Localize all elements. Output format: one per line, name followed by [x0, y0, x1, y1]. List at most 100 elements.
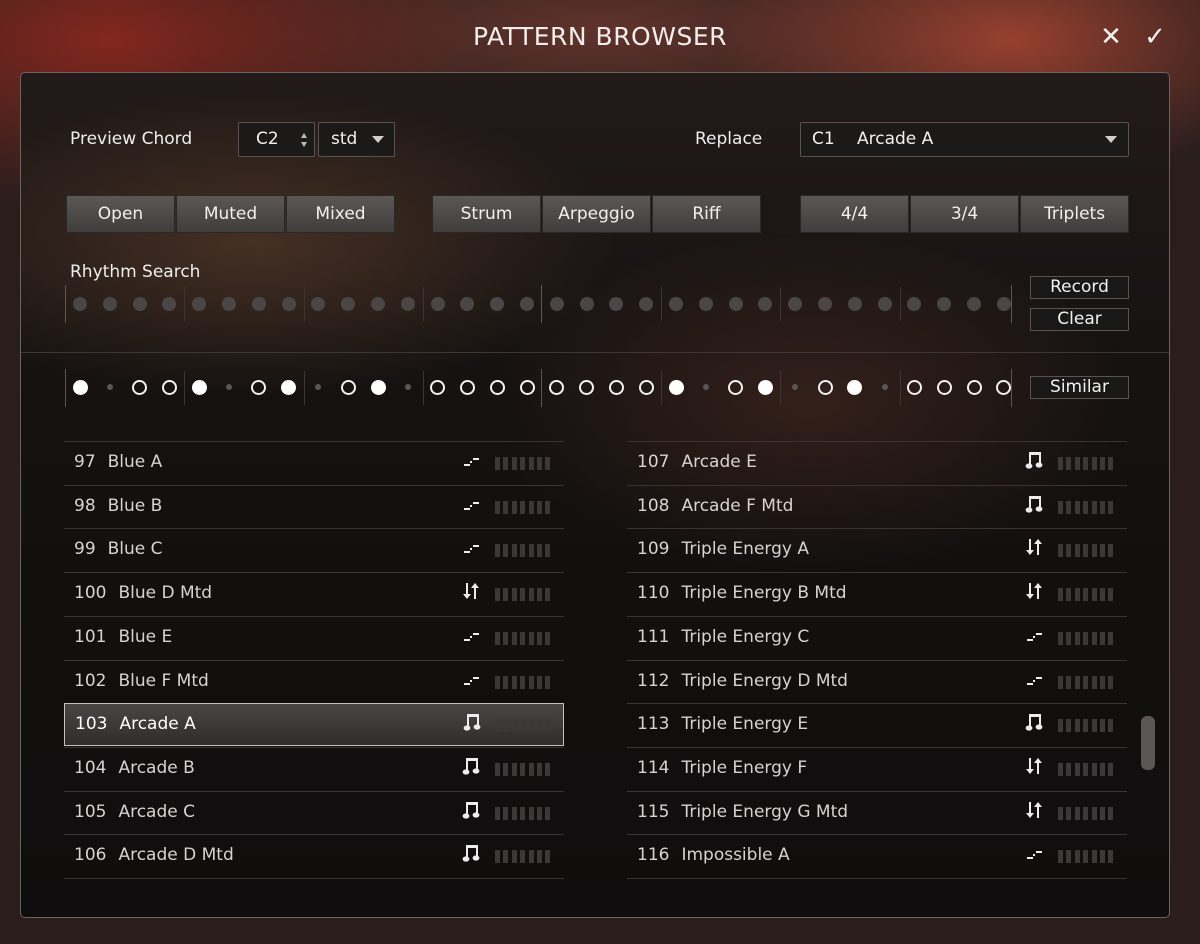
rhythm-step[interactable] [430, 297, 445, 311]
rhythm-step[interactable] [758, 297, 773, 311]
rhythm-step[interactable] [371, 297, 385, 311]
pattern-row[interactable]: 102 Blue F Mtd [64, 659, 564, 703]
pattern-row[interactable]: 98 Blue B [64, 484, 564, 528]
pattern-title: Triple Energy C [681, 626, 810, 647]
rating-meter [495, 762, 552, 776]
rhythm-step[interactable] [520, 297, 534, 311]
pattern-row[interactable]: 112 Triple Energy D Mtd [627, 659, 1127, 703]
chevron-down-icon [1105, 136, 1117, 143]
rhythm-step[interactable] [222, 297, 236, 311]
filter-strum-button[interactable]: Strum [432, 195, 541, 233]
pattern-row[interactable]: 106 Arcade D Mtd [64, 834, 564, 877]
record-button[interactable]: Record [1030, 276, 1129, 299]
rhythm-step[interactable] [251, 297, 266, 311]
rhythm-step[interactable] [132, 297, 147, 311]
replace-dropdown[interactable]: C1 Arcade A [800, 122, 1129, 157]
filter-arpeggio-button[interactable]: Arpeggio [542, 195, 651, 233]
similar-step-open [251, 379, 267, 395]
beat-separator [304, 371, 305, 405]
pattern-row[interactable]: 104 Arcade B [64, 746, 564, 790]
pattern-name: 111 Triple Energy C [637, 627, 809, 647]
rhythm-step[interactable] [162, 297, 177, 311]
rhythm-step[interactable] [281, 297, 296, 311]
clear-button[interactable]: Clear [1030, 308, 1129, 331]
pattern-row[interactable]: 97 Blue A [64, 441, 564, 484]
rhythm-step[interactable] [579, 297, 594, 311]
pattern-name: 115 Triple Energy G Mtd [637, 802, 848, 822]
filter-3-4-button[interactable]: 3/4 [910, 195, 1019, 233]
list-divider [64, 878, 564, 879]
rhythm-step[interactable] [728, 297, 743, 311]
filter-open-button[interactable]: Open [66, 195, 175, 233]
similar-button[interactable]: Similar [1030, 376, 1129, 399]
pattern-title: Triple Energy G Mtd [681, 801, 849, 822]
beat-separator [900, 371, 901, 405]
rhythm-step[interactable] [490, 297, 505, 311]
close-button[interactable]: ✕ [1096, 22, 1126, 52]
similar-step-full [370, 379, 386, 395]
pattern-row[interactable]: 109 Triple Energy A [627, 528, 1127, 571]
pattern-title: Triple Energy E [681, 714, 809, 735]
rating-meter [495, 806, 552, 820]
title-bar: PATTERN BROWSER ✕ ✓ [0, 0, 1200, 72]
filter-mixed-button[interactable]: Mixed [286, 195, 395, 233]
similar-step-full [281, 379, 297, 395]
rating-meter [1058, 544, 1115, 558]
rhythm-step[interactable] [102, 297, 117, 311]
rhythm-step[interactable] [818, 297, 832, 311]
rhythm-step[interactable] [937, 297, 952, 311]
filter-triplets-button[interactable]: Triplets [1020, 195, 1129, 233]
rhythm-step[interactable] [996, 297, 1011, 311]
pattern-row[interactable]: 113 Triple Energy E [627, 703, 1127, 746]
chord-stepper[interactable]: C2 [238, 122, 315, 157]
pattern-row[interactable]: 105 Arcade C [64, 790, 564, 834]
rhythm-step[interactable] [341, 297, 356, 311]
voicing-dropdown[interactable]: std [318, 122, 395, 157]
pattern-row[interactable]: 100 Blue D Mtd [64, 572, 564, 615]
scrollbar-thumb[interactable] [1141, 716, 1155, 770]
pattern-number: 103 [75, 714, 108, 735]
rhythm-step[interactable] [549, 297, 564, 311]
rhythm-step[interactable] [847, 297, 862, 311]
updown-icon [1023, 581, 1045, 605]
pattern-name: 97 Blue A [74, 452, 162, 472]
rhythm-step[interactable] [788, 297, 803, 311]
rhythm-step[interactable] [698, 297, 713, 311]
rhythm-step[interactable] [967, 297, 981, 311]
rating-meter [1058, 500, 1115, 514]
rhythm-step[interactable] [73, 297, 87, 311]
pattern-name: 98 Blue B [74, 496, 162, 516]
filter-muted-button[interactable]: Muted [176, 195, 285, 233]
pattern-row[interactable]: 111 Triple Energy C [627, 615, 1127, 659]
pattern-title: Blue D Mtd [118, 583, 213, 604]
rating-meter [495, 544, 552, 558]
rhythm-step[interactable] [192, 297, 207, 311]
confirm-button[interactable]: ✓ [1140, 22, 1170, 52]
rhythm-step[interactable] [311, 297, 326, 311]
pattern-name: 101 Blue E [74, 627, 172, 647]
rhythm-step[interactable] [907, 297, 922, 311]
pattern-row[interactable]: 101 Blue E [64, 615, 564, 659]
pattern-row[interactable]: 107 Arcade E [627, 441, 1127, 484]
pattern-row[interactable]: 115 Triple Energy G Mtd [627, 790, 1127, 834]
pattern-row[interactable]: 108 Arcade F Mtd [627, 484, 1127, 528]
filter-4-4-button[interactable]: 4/4 [800, 195, 909, 233]
similar-step-open [817, 379, 833, 395]
pattern-row[interactable]: 116 Impossible A [627, 834, 1127, 877]
rhythm-step[interactable] [400, 297, 415, 311]
note-icon [460, 756, 482, 780]
strum-icon [460, 450, 482, 474]
rhythm-step[interactable] [669, 297, 683, 311]
pattern-row[interactable]: 114 Triple Energy F [627, 746, 1127, 790]
rhythm-step[interactable] [609, 297, 624, 311]
rhythm-step[interactable] [460, 297, 475, 311]
pattern-row[interactable]: 99 Blue C [64, 528, 564, 571]
pattern-row[interactable]: 103 Arcade A [64, 703, 564, 747]
note-icon [460, 800, 482, 824]
stepper-arrows-icon[interactable] [300, 132, 308, 148]
beat-separator [423, 371, 424, 405]
rhythm-step[interactable] [877, 297, 892, 311]
filter-riff-button[interactable]: Riff [652, 195, 761, 233]
pattern-row[interactable]: 110 Triple Energy B Mtd [627, 572, 1127, 615]
rhythm-step[interactable] [639, 297, 654, 311]
